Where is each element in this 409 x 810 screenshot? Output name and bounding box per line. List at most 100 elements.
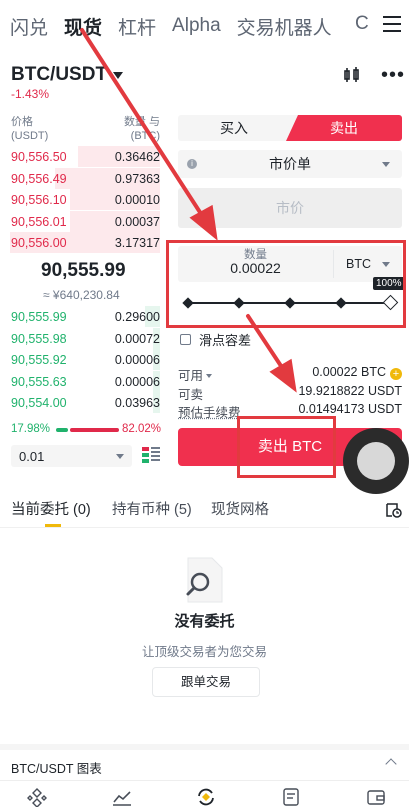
depth-value: 0.01 (19, 449, 45, 464)
available-label: 可用 (178, 369, 204, 383)
trade-icon[interactable] (196, 787, 216, 807)
tab-partial[interactable]: C (355, 13, 373, 35)
order-type-select[interactable]: i 市价单 (178, 150, 402, 178)
floating-assistant-button[interactable] (343, 428, 409, 494)
orderbook-layout-icon[interactable] (141, 446, 161, 464)
bottom-nav (0, 780, 409, 810)
bid-price: 90,555.63 (11, 374, 67, 389)
caret-down-icon (382, 162, 390, 167)
ob-qty-header: 数量 与 (BTC) (122, 115, 160, 143)
qty-header-label: 数量 与 (123, 116, 160, 128)
bid-row[interactable]: 90,555.63 0.00006 (0, 370, 160, 393)
tab-trading-bots[interactable]: 交易机器人 (237, 13, 332, 40)
open-orders-count: (0) (73, 502, 91, 518)
buy-tab[interactable]: 买入 (178, 115, 290, 141)
buy-ratio: 17.98% (11, 423, 51, 435)
markets-icon[interactable] (112, 787, 132, 807)
futures-icon[interactable] (281, 787, 301, 807)
available-value: 0.00022 BTC (312, 365, 386, 379)
bid-row[interactable]: 90,555.98 0.00072 (0, 327, 160, 350)
annotation-box-quantity (166, 240, 406, 328)
sellable-label: 可卖 (178, 388, 204, 402)
depth-select[interactable]: 0.01 (11, 445, 132, 467)
ask-row[interactable]: 90,556.01 0.00037 (0, 210, 160, 233)
bid-qty: 0.03963 (114, 396, 160, 410)
empty-title: 没有委托 (174, 613, 235, 630)
more-dots-icon[interactable]: ••• (381, 65, 405, 85)
ask-qty: 3.17317 (114, 236, 160, 250)
bid-qty: 0.00006 (114, 374, 160, 389)
ask-price: 90,556.01 (11, 214, 67, 229)
copy-trading-button[interactable]: 跟单交易 (152, 667, 260, 697)
bid-price: 90,554.00 (11, 396, 67, 410)
ask-price: 90,556.10 (11, 193, 67, 207)
ask-qty: 0.00010 (114, 193, 160, 207)
available-selector[interactable]: 可用 (178, 365, 213, 384)
holdings-count: (5) (174, 502, 192, 518)
home-icon[interactable] (27, 787, 47, 807)
menu-icon[interactable] (383, 16, 401, 32)
sellable-value: 19.9218822 USDT (298, 384, 402, 398)
fee-label[interactable]: 预估手续费 (178, 402, 241, 421)
ask-row[interactable]: 90,556.00 3.17317 (0, 232, 160, 254)
info-icon[interactable]: i (187, 159, 197, 169)
caret-down-icon (113, 71, 124, 79)
ask-row[interactable]: 90,556.50 0.36462 (0, 146, 160, 168)
tab-instant-swap[interactable]: 闪兑 (10, 13, 48, 40)
bid-row[interactable]: 90,554.00 0.03963 (0, 392, 160, 414)
buy-sell-ratio: 17.98% 82.02% (11, 422, 161, 438)
bid-row[interactable]: 90,555.99 0.29600 (0, 306, 160, 328)
order-type-value: 市价单 (269, 156, 311, 172)
tab-alpha[interactable]: Alpha (172, 15, 221, 37)
sell-ratio-bar (70, 428, 119, 432)
ask-price: 90,556.49 (11, 171, 67, 186)
floating-ball-inner (357, 442, 395, 480)
price-change: -1.43% (11, 87, 50, 101)
last-price[interactable]: 90,555.99 (41, 260, 126, 282)
orders-tabs: 当前委托 (0) 持有币种 (5) 现货网格 (0, 494, 409, 527)
ask-price: 90,556.50 (11, 150, 67, 164)
annotation-box-sell-button (237, 416, 336, 478)
caret-down-icon (206, 374, 213, 378)
ob-price-header: 价格 (USDT) (11, 115, 48, 143)
chevron-up-icon (385, 758, 397, 770)
pair-selector[interactable]: BTC/USDT (11, 64, 124, 86)
available-row: 可用 0.00022 BTC + (178, 365, 402, 384)
sell-tab[interactable]: 卖出 (286, 115, 402, 141)
pair-symbol: BTC/USDT (11, 64, 108, 85)
qty-unit-label: (BTC) (130, 130, 160, 142)
add-funds-icon[interactable]: + (390, 368, 402, 380)
fee-value: 0.01494173 USDT (298, 402, 402, 416)
price-unit-label: (USDT) (11, 130, 49, 142)
tab-spot[interactable]: 现货 (64, 13, 102, 40)
tab-open-orders[interactable]: 当前委托 (0) (11, 498, 91, 519)
slippage-toggle[interactable]: 滑点容差 (180, 330, 251, 349)
tab-holdings[interactable]: 持有币种 (5) (112, 498, 192, 519)
slippage-label: 滑点容差 (199, 333, 252, 348)
top-nav: 闪兑 现货 杠杆 Alpha 交易机器人 C (0, 0, 409, 52)
ask-qty: 0.36462 (114, 150, 160, 164)
tab-margin[interactable]: 杠杆 (118, 13, 156, 40)
ask-row[interactable]: 90,556.10 0.00010 (0, 189, 160, 211)
tab-spot-grid[interactable]: 现货网格 (211, 498, 269, 519)
chart-bar[interactable]: BTC/USDT 图表 (0, 744, 409, 780)
bid-row[interactable]: 90,555.92 0.00006 (0, 349, 160, 371)
ask-qty: 0.97363 (114, 171, 160, 186)
ask-row[interactable]: 90,556.49 0.97363 (0, 167, 160, 190)
chart-settings-icon[interactable] (343, 66, 361, 84)
checkbox[interactable] (180, 334, 191, 345)
ask-qty: 0.00037 (114, 214, 160, 229)
bid-qty: 0.00072 (114, 331, 160, 346)
bid-price: 90,555.99 (11, 310, 67, 324)
empty-document-icon (186, 557, 223, 603)
buy-sell-toggle: 买入 卖出 (178, 115, 402, 141)
wallet-icon[interactable] (366, 787, 386, 807)
open-orders-label: 当前委托 (11, 502, 69, 518)
ask-price: 90,556.00 (11, 236, 67, 250)
holdings-label: 持有币种 (112, 502, 170, 518)
order-history-icon[interactable] (384, 502, 402, 518)
bid-price: 90,555.92 (11, 353, 67, 367)
caret-down-icon (116, 454, 124, 459)
empty-subtitle: 让顶级交易者为您交易 (141, 645, 267, 659)
bid-qty: 0.29600 (114, 310, 160, 324)
